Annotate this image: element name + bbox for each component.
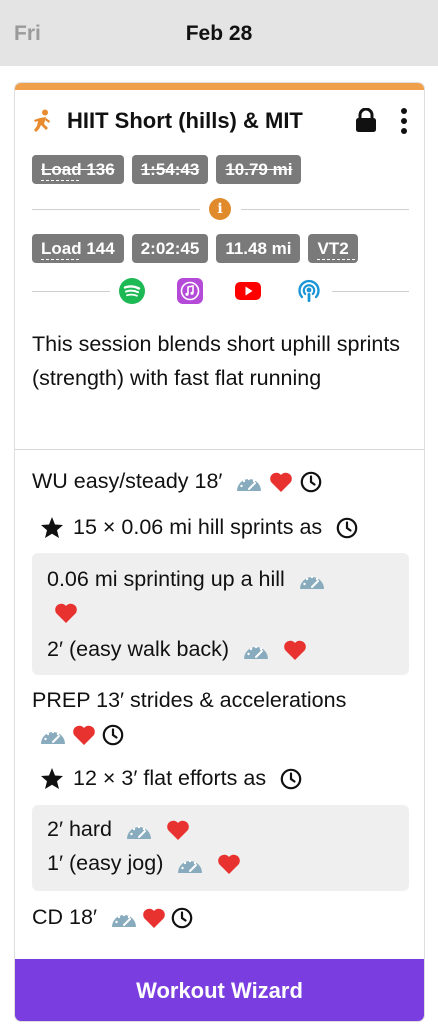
star-icon	[41, 768, 63, 789]
gauge-icon[interactable]	[177, 854, 203, 874]
clock-icon[interactable]	[280, 768, 302, 790]
workout-description: This session blends short uphill sprints…	[32, 332, 401, 390]
heart-icon[interactable]	[72, 724, 96, 746]
clock-icon[interactable]	[102, 724, 124, 746]
step-prep-icons	[40, 724, 124, 746]
section-divider	[15, 449, 424, 450]
step-flat-set[interactable]: 12 × 3′ flat efforts as	[40, 766, 302, 791]
zone-badge[interactable]: VT2	[308, 234, 358, 263]
heart-icon[interactable]	[217, 853, 241, 875]
workout-card[interactable]: HIIT Short (hills) & MIT Load 136 1:54:4…	[14, 82, 425, 1022]
step-prep-label: PREP 13′ strides & accelerations	[32, 688, 347, 712]
heart-icon[interactable]	[54, 602, 78, 624]
step-hill-work-label: 0.06 mi sprinting up a hill	[47, 567, 285, 591]
gauge-icon[interactable]	[243, 640, 269, 660]
date-label: Feb 28	[185, 22, 253, 45]
youtube-icon[interactable]	[235, 278, 261, 304]
step-hill-set-label: 15 × 0.06 mi hill sprints as	[73, 515, 323, 539]
star-icon	[41, 517, 63, 538]
heart-icon[interactable]	[166, 819, 190, 841]
apps-divider-left	[32, 291, 110, 292]
step-cooldown-label: CD 18′	[32, 905, 97, 929]
workout-title[interactable]: HIIT Short (hills) & MIT	[67, 108, 303, 134]
clock-icon[interactable]	[171, 907, 193, 929]
actual-load-badge[interactable]: Load 144	[32, 234, 124, 263]
info-icon[interactable]: i	[209, 198, 231, 220]
step-prep[interactable]: PREP 13′ strides & accelerations	[32, 688, 346, 713]
gauge-icon[interactable]	[40, 725, 66, 745]
heart-icon[interactable]	[283, 639, 307, 661]
step-hill-work[interactable]: 0.06 mi sprinting up a hill	[47, 567, 325, 592]
actual-duration-badge: 2:02:45	[131, 234, 209, 263]
spotify-icon[interactable]	[119, 278, 145, 304]
itunes-icon[interactable]	[177, 278, 203, 304]
day-header: Fri Feb 28	[0, 0, 438, 66]
actual-distance-badge: 11.48 mi	[216, 234, 301, 263]
more-options-icon[interactable]	[398, 107, 410, 135]
gauge-icon[interactable]	[299, 570, 325, 590]
podcast-icon[interactable]	[296, 278, 322, 304]
card-accent-bar	[15, 83, 424, 90]
planned-distance-badge: 10.79 mi	[216, 155, 302, 184]
step-flat-easy-label: 1′ (easy jog)	[47, 851, 164, 875]
running-icon	[34, 109, 50, 132]
step-hill-rest[interactable]: 2′ (easy walk back)	[47, 637, 307, 662]
gauge-icon[interactable]	[236, 472, 262, 492]
step-hill-set[interactable]: 15 × 0.06 mi hill sprints as	[40, 515, 358, 540]
actual-stats: Load 144 2:02:45 11.48 mi VT2	[32, 234, 358, 263]
step-warmup[interactable]: WU easy/steady 18′	[32, 469, 322, 494]
step-flat-hard-label: 2′ hard	[47, 817, 112, 841]
planned-duration-badge: 1:54:43	[131, 155, 209, 184]
heart-icon[interactable]	[142, 907, 166, 929]
step-warmup-label: WU easy/steady 18′	[32, 469, 223, 493]
planned-load-badge[interactable]: Load 136	[32, 155, 124, 184]
gauge-icon[interactable]	[111, 908, 137, 928]
heart-icon[interactable]	[269, 471, 293, 493]
step-cooldown[interactable]: CD 18′	[32, 905, 193, 930]
step-flat-easy[interactable]: 1′ (easy jog)	[47, 851, 241, 876]
clock-icon[interactable]	[300, 471, 322, 493]
clock-icon[interactable]	[336, 517, 358, 539]
workout-wizard-button[interactable]: Workout Wizard	[15, 959, 424, 1021]
gauge-icon[interactable]	[126, 820, 152, 840]
apps-divider-right	[332, 291, 409, 292]
planned-stats: Load 136 1:54:43 10.79 mi	[32, 155, 302, 184]
step-hill-rest-label: 2′ (easy walk back)	[47, 637, 230, 661]
divider-left	[32, 209, 200, 210]
lock-icon[interactable]	[354, 108, 378, 133]
step-flat-hard[interactable]: 2′ hard	[47, 817, 190, 842]
divider-right	[241, 209, 409, 210]
step-flat-set-label: 12 × 3′ flat efforts as	[73, 766, 267, 790]
